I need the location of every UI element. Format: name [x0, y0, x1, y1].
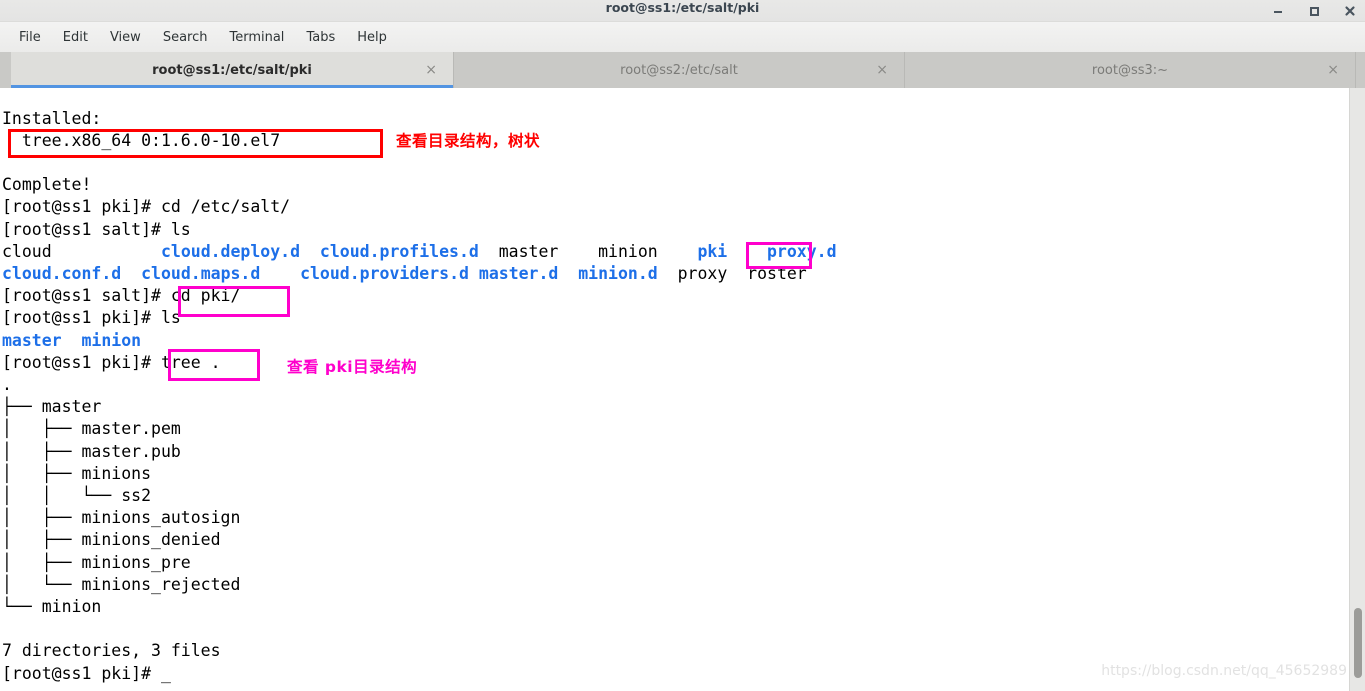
tab-ss2[interactable]: root@ss2:/etc/salt × [454, 52, 905, 88]
tab-ss3-close-icon[interactable]: × [1327, 63, 1339, 77]
terminal-segment: Complete! [2, 175, 92, 195]
terminal-segment [558, 264, 578, 283]
terminal-segment: minion [558, 241, 658, 261]
terminal-segment: . [2, 374, 12, 394]
annotation-tree-structure: 查看目录结构，树状 [396, 132, 541, 150]
terminal-text: Installed: tree.x86_64 0:1.6.0-10.el7 Co… [2, 108, 837, 685]
terminal-segment [658, 242, 698, 261]
window-title: root@ss1:/etc/salt/pki [605, 0, 760, 15]
terminal-segment: │ ├── minions [2, 463, 152, 483]
minimize-icon[interactable] [1271, 4, 1285, 18]
scrollbar-thumb[interactable] [1354, 608, 1362, 678]
tab-ss3-label: root@ss3:~ [1091, 62, 1169, 78]
terminal-segment: └── minion [2, 596, 102, 616]
menu-item-help[interactable]: Help [346, 27, 398, 48]
tab-ss1[interactable]: root@ss1:/etc/salt/pki × [11, 52, 454, 88]
tab-ss2-close-icon[interactable]: × [876, 63, 888, 77]
terminal-segment: │ ├── master.pem [2, 419, 181, 439]
terminal-segment: cloud.conf.d [2, 263, 122, 283]
terminal-segment: │ │ └── ss2 [2, 485, 152, 505]
terminal-segment: tree.x86_64 0:1.6.0-10.el7 [2, 130, 281, 150]
terminal-segment: cloud.profiles.d [319, 241, 479, 261]
terminal-segment: [root@ss1 salt]# cd pki/ [2, 286, 241, 306]
terminal-segment: cloud.deploy.d [160, 241, 301, 261]
menu-item-view[interactable]: View [99, 27, 152, 48]
terminal-scrollbar[interactable] [1349, 88, 1365, 691]
terminal-segment: ├── master [2, 397, 102, 417]
menu-item-tabs[interactable]: Tabs [295, 27, 346, 48]
terminal-segment: │ ├── minions_pre [2, 552, 191, 572]
terminal-segment: minion.d [578, 263, 658, 283]
terminal-segment: cloud.providers.d [300, 263, 469, 283]
terminal-segment [52, 242, 161, 261]
terminal-segment: [root@ss1 pki]# tree . [2, 352, 221, 372]
terminal-segment: [root@ss1 pki]# ls [2, 308, 181, 328]
window-controls [1271, 0, 1357, 22]
title-bar: root@ss1:/etc/salt/pki [0, 0, 1365, 22]
terminal-segment [62, 331, 82, 350]
terminal-segment: Installed: [2, 108, 102, 128]
terminal-segment [121, 264, 141, 283]
terminal-segment: master [478, 241, 559, 261]
tab-ss1-label: root@ss1:/etc/salt/pki [152, 62, 312, 78]
terminal-segment [727, 242, 767, 261]
maximize-icon[interactable] [1307, 4, 1321, 18]
terminal-segment: cloud.maps.d [141, 263, 261, 283]
terminal-segment: master.d [478, 263, 559, 283]
terminal-segment: proxy roster [657, 263, 807, 283]
terminal-segment: [root@ss1 salt]# ls [2, 219, 191, 239]
terminal-segment [300, 242, 320, 261]
menu-item-terminal[interactable]: Terminal [218, 27, 295, 48]
close-icon[interactable] [1343, 4, 1357, 18]
terminal-segment: [root@ss1 pki]# cd /etc/salt/ [2, 197, 291, 217]
terminal-segment: │ ├── minions_autosign [2, 508, 241, 528]
terminal-segment: │ ├── master.pub [2, 441, 181, 461]
tab-bar: root@ss1:/etc/salt/pki × root@ss2:/etc/s… [0, 52, 1365, 88]
terminal-segment: proxy.d [767, 241, 837, 261]
terminal-segment: │ └── minions_rejected [2, 574, 241, 594]
terminal-segment: │ ├── minions_denied [2, 530, 221, 550]
terminal-segment: minion [81, 330, 142, 350]
tab-ss2-label: root@ss2:/etc/salt [620, 62, 738, 78]
menu-item-file[interactable]: File [8, 27, 52, 48]
terminal-window: root@ss1:/etc/salt/pki File Edit View Se… [0, 0, 1365, 691]
terminal-segment: 7 directories, 3 files [2, 641, 221, 661]
terminal-segment [469, 264, 479, 283]
terminal-segment: [root@ss1 pki]# _ [2, 663, 171, 683]
menu-item-search[interactable]: Search [152, 27, 219, 48]
tab-ss1-close-icon[interactable]: × [425, 63, 437, 77]
menu-item-edit[interactable]: Edit [52, 27, 99, 48]
terminal-segment: pki [697, 241, 728, 261]
terminal-segment: master [2, 330, 62, 350]
terminal-screen: Installed: tree.x86_64 0:1.6.0-10.el7 Co… [0, 88, 1349, 691]
annotation-pki-structure: 查看 pki目录结构 [287, 358, 418, 376]
menu-bar: File Edit View Search Terminal Tabs Help [0, 22, 1365, 52]
terminal-segment [260, 264, 300, 283]
terminal-output-area[interactable]: Installed: tree.x86_64 0:1.6.0-10.el7 Co… [0, 88, 1365, 691]
terminal-segment: cloud [2, 241, 52, 261]
tab-ss3[interactable]: root@ss3:~ × [905, 52, 1356, 88]
